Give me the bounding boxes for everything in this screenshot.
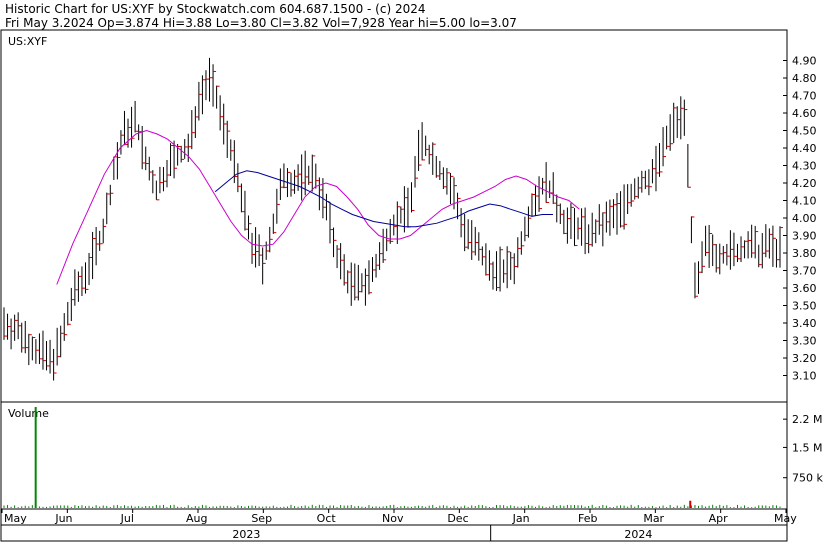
price-tick-label: 4.80 (792, 72, 817, 85)
price-tick-label: 3.30 (792, 335, 817, 348)
volume-tick-label: 750 k (792, 472, 823, 485)
price-tick-label: 3.10 (792, 370, 817, 383)
price-tick-label: 4.70 (792, 90, 817, 103)
price-tick-label: 3.50 (792, 300, 817, 313)
year-label: 2024 (624, 528, 652, 541)
historic-chart-svg: Historic Chart for US:XYF by Stockwatch.… (0, 2, 823, 542)
month-label: May (4, 512, 27, 525)
price-panel-label: US:XYF (8, 35, 47, 48)
month-label: Dec (447, 512, 468, 525)
price-tick-label: 4.20 (792, 177, 817, 190)
year-axis-frame (0, 524, 788, 542)
price-tick-label: 3.20 (792, 352, 817, 365)
month-label: Feb (578, 512, 597, 525)
month-label: Sep (251, 512, 272, 525)
price-tick-label: 3.80 (792, 247, 817, 260)
month-label: Nov (382, 512, 404, 525)
volume-panel-label: Volume (8, 407, 49, 420)
stock-chart: Historic Chart for US:XYF by Stockwatch.… (0, 0, 830, 543)
month-label: Mar (643, 512, 664, 525)
month-label: May (774, 512, 797, 525)
month-label: Jun (54, 512, 72, 525)
price-tick-label: 3.70 (792, 265, 817, 278)
price-tick-label: 3.90 (792, 230, 817, 243)
price-tick-label: 3.40 (792, 317, 817, 330)
price-tick-label: 4.90 (792, 55, 817, 68)
chart-header-line2: Fri May 3.2024 Op=3.874 Hi=3.88 Lo=3.80 … (5, 16, 517, 30)
month-label: Oct (317, 512, 337, 525)
price-tick-label: 3.60 (792, 282, 817, 295)
chart-header-line1: Historic Chart for US:XYF by Stockwatch.… (5, 2, 425, 16)
year-label: 2023 (232, 528, 260, 541)
volume-tick-label: 1.5 M (792, 441, 822, 454)
price-tick-label: 4.30 (792, 160, 817, 173)
month-label: Apr (709, 512, 729, 525)
volume-tick-label: 2.2 M (792, 413, 822, 426)
price-tick-label: 4.60 (792, 107, 817, 120)
price-tick-label: 4.50 (792, 125, 817, 138)
price-tick-label: 4.10 (792, 195, 817, 208)
month-label: Aug (186, 512, 207, 525)
moving-average-fast-line (56, 129, 580, 285)
price-tick-label: 4.40 (792, 142, 817, 155)
volume-panel-frame (0, 401, 788, 510)
price-tick-label: 4.00 (792, 212, 817, 225)
moving-average-slow-line (214, 170, 553, 228)
month-label: Jan (512, 512, 530, 525)
month-label: Jul (120, 512, 134, 525)
